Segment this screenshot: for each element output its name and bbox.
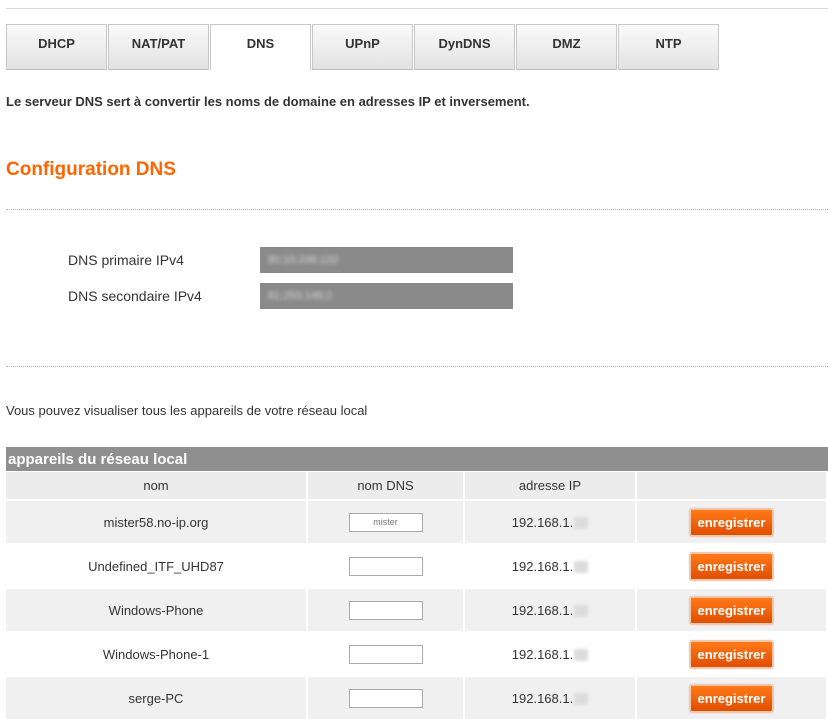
device-name: Windows-Phone-1 xyxy=(6,631,308,676)
info-text: Vous pouvez visualiser tous les appareil… xyxy=(6,403,368,418)
column-header-action xyxy=(636,472,828,500)
dns-name-cell xyxy=(307,499,465,544)
table-row: mister58.no-ip.org 192.168.1. enregistre… xyxy=(6,499,828,544)
register-button[interactable]: enregistrer xyxy=(688,639,775,669)
table-row: serge-PC 192.168.1. enregistrer xyxy=(6,675,828,719)
dns-name-input[interactable] xyxy=(348,600,423,620)
section-title: Configuration DNS xyxy=(6,159,176,180)
dns-secondary-label: DNS secondaire IPv4 xyxy=(68,288,202,304)
column-header-name: nom xyxy=(6,472,308,500)
device-name: serge-PC xyxy=(6,675,308,719)
dotted-divider xyxy=(6,366,828,367)
dns-secondary-value: 81.253.149.2 xyxy=(268,290,333,302)
ip-cell: 192.168.1. xyxy=(464,675,637,719)
ip-redaction xyxy=(574,561,589,574)
table-row: Windows-Phone 192.168.1. enregistrer xyxy=(6,587,828,632)
dns-secondary-field[interactable]: 81.253.149.2 xyxy=(260,283,513,309)
device-name: mister58.no-ip.org xyxy=(6,499,308,544)
tab-ntp[interactable]: NTP xyxy=(618,24,719,70)
table-row: Windows-Phone-1 192.168.1. enregistrer xyxy=(6,631,828,676)
ip-cell: 192.168.1. xyxy=(464,543,637,588)
column-header-ip: adresse IP xyxy=(464,472,637,500)
dns-name-input[interactable] xyxy=(348,556,423,576)
device-ip: 192.168.1. xyxy=(511,602,574,618)
devices-table-title: appareils du réseau local xyxy=(6,447,828,471)
dns-primary-label: DNS primaire IPv4 xyxy=(68,252,184,268)
column-header-dns-name: nom DNS xyxy=(307,472,465,500)
dns-name-input[interactable] xyxy=(348,644,423,664)
action-cell: enregistrer xyxy=(636,499,828,544)
ip-redaction xyxy=(574,649,589,662)
table-row: Undefined_ITF_UHD87 192.168.1. enregistr… xyxy=(6,543,828,588)
register-button[interactable]: enregistrer xyxy=(688,595,775,625)
tab-dyndns[interactable]: DynDNS xyxy=(414,24,515,70)
register-button[interactable]: enregistrer xyxy=(688,507,775,537)
ip-redaction xyxy=(574,605,589,618)
dns-name-cell xyxy=(307,543,465,588)
device-ip: 192.168.1. xyxy=(511,646,574,662)
register-button[interactable]: enregistrer xyxy=(688,551,775,581)
tab-nat-pat[interactable]: NAT/PAT xyxy=(108,24,209,70)
device-ip: 192.168.1. xyxy=(511,690,574,706)
action-cell: enregistrer xyxy=(636,587,828,632)
dns-name-cell xyxy=(307,675,465,719)
tab-dns[interactable]: DNS xyxy=(210,24,311,71)
dns-primary-field[interactable]: 80.10.246.132 xyxy=(260,247,513,273)
ip-cell: 192.168.1. xyxy=(464,587,637,632)
tab-upnp[interactable]: UPnP xyxy=(312,24,413,70)
dns-name-cell xyxy=(307,631,465,676)
device-ip: 192.168.1. xyxy=(511,558,574,574)
devices-table: nom nom DNS adresse IP mister58.no-ip.or… xyxy=(6,472,828,719)
intro-text: Le serveur DNS sert à convertir les noms… xyxy=(6,94,530,109)
action-cell: enregistrer xyxy=(636,543,828,588)
action-cell: enregistrer xyxy=(636,631,828,676)
action-cell: enregistrer xyxy=(636,675,828,719)
dns-name-input[interactable] xyxy=(348,688,423,708)
dns-name-cell xyxy=(307,587,465,632)
device-name: Windows-Phone xyxy=(6,587,308,632)
top-divider xyxy=(6,8,828,9)
dns-name-input[interactable] xyxy=(348,512,423,532)
tab-dmz[interactable]: DMZ xyxy=(516,24,617,70)
tab-bar: DHCP NAT/PAT DNS UPnP DynDNS DMZ NTP xyxy=(6,24,720,71)
dotted-divider xyxy=(6,209,828,210)
tab-dhcp[interactable]: DHCP xyxy=(6,24,107,70)
ip-redaction xyxy=(574,517,589,530)
ip-cell: 192.168.1. xyxy=(464,499,637,544)
device-name: Undefined_ITF_UHD87 xyxy=(6,543,308,588)
dns-primary-value: 80.10.246.132 xyxy=(268,254,339,266)
device-ip: 192.168.1. xyxy=(511,514,574,530)
ip-redaction xyxy=(574,693,589,706)
ip-cell: 192.168.1. xyxy=(464,631,637,676)
register-button[interactable]: enregistrer xyxy=(688,683,775,713)
